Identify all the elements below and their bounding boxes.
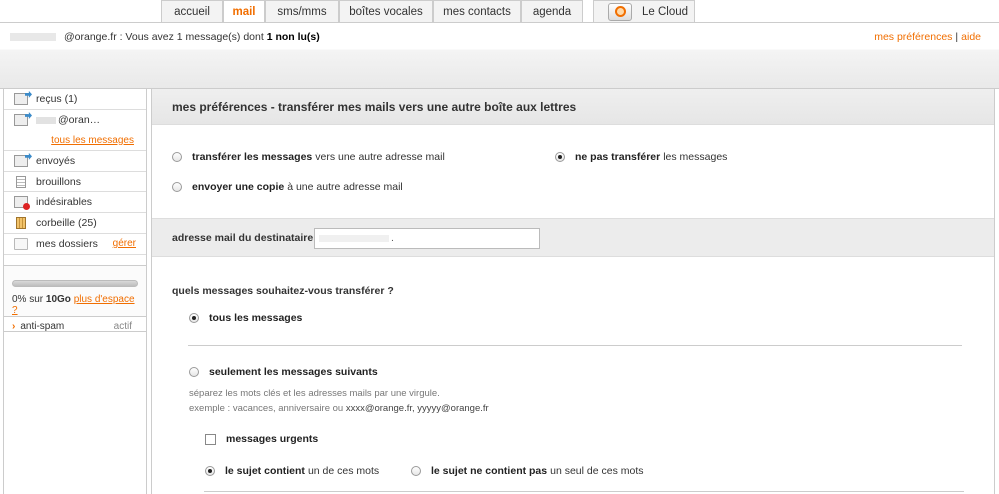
quota-bar xyxy=(12,279,138,287)
subject-contains-bold: le sujet contient xyxy=(225,465,305,477)
folder-account[interactable]: @oran… xyxy=(4,110,146,131)
folder-label: envoyés xyxy=(36,154,76,167)
help-link[interactable]: aide xyxy=(961,31,981,43)
quota-text: 0% sur 10Go plus d'espace ? xyxy=(12,294,138,316)
folder-drafts[interactable]: brouillons xyxy=(4,172,146,193)
option-no-transfer-bold: ne pas transférer xyxy=(575,151,661,163)
sidebar-empty-panel xyxy=(4,331,146,494)
page-title: mes préférences - transférer mes mails v… xyxy=(152,89,994,125)
spam-icon xyxy=(14,196,30,211)
example-prefix: exemple : vacances, anniversaire ou xyxy=(189,403,344,414)
option-all-messages[interactable]: tous les messages xyxy=(189,312,305,324)
option-urgent[interactable]: messages urgents xyxy=(205,433,321,445)
radio-some-messages[interactable] xyxy=(189,367,199,377)
folder-label: indésirables xyxy=(36,196,93,209)
inbox-icon xyxy=(14,114,28,127)
new-messages-notice: @orange.fr : Vous avez 1 message(s) dont… xyxy=(64,31,320,43)
folder-label: reçus (1) xyxy=(36,92,78,105)
option-subject-contains[interactable]: le sujet contient un de ces mots xyxy=(205,465,379,477)
divider xyxy=(188,345,962,346)
radio-copy[interactable] xyxy=(172,182,182,192)
keywords-hint: séparez les mots clés et les adresses ma… xyxy=(189,388,440,399)
folder-sent[interactable]: envoyés xyxy=(4,151,146,172)
folder-label: brouillons xyxy=(36,175,81,188)
keywords-example: exemple : vacances, anniversaire ou xxxx… xyxy=(189,403,489,414)
storage-quota: 0% sur 10Go plus d'espace ? xyxy=(4,264,146,317)
trash-icon xyxy=(16,216,26,229)
option-no-transfer-rest: les messages xyxy=(663,151,728,163)
option-some-messages[interactable]: seulement les messages suivants xyxy=(189,366,381,378)
radio-subject-not-contains[interactable] xyxy=(411,466,421,476)
subject-not-contains-rest: un seul de ces mots xyxy=(550,465,644,477)
which-messages-question: quels messages souhaitez-vous transférer… xyxy=(172,285,394,297)
blurred-username xyxy=(10,33,56,41)
tab-le-cloud-label: Le Cloud xyxy=(642,5,689,18)
checkbox-urgent[interactable] xyxy=(205,433,216,445)
header-links: mes préférences | aide xyxy=(874,31,981,43)
radio-subject-contains[interactable] xyxy=(205,466,215,476)
antispam-label: anti-spam xyxy=(20,320,65,332)
unread-count: 1 non lu(s) xyxy=(266,31,320,43)
option-copy-rest: à une autre adresse mail xyxy=(287,181,403,193)
all-messages-link[interactable]: tous les messages xyxy=(4,130,146,152)
mail-sidebar: reçus (1) @oran… tous les messages envoy… xyxy=(3,89,147,494)
message-count-text: @orange.fr : Vous avez 1 message(s) dont xyxy=(64,31,264,43)
recipient-email-input[interactable]: . xyxy=(314,228,540,249)
option-subject-not-contains[interactable]: le sujet ne contient pas un seul de ces … xyxy=(411,465,644,477)
folder-icon xyxy=(14,237,28,250)
folder-label: @oran… xyxy=(58,114,101,127)
example-addresses: xxxx@orange.fr, yyyyy@orange.fr xyxy=(345,403,489,414)
option-no-transfer[interactable]: ne pas transférer les messages xyxy=(555,151,727,163)
recipient-row: adresse mail du destinataire . xyxy=(152,218,994,257)
draft-icon xyxy=(16,175,26,188)
quota-capacity: 10Go xyxy=(45,293,71,305)
folder-my-folders[interactable]: mes dossiers gérer xyxy=(4,234,146,255)
tab-le-cloud[interactable]: Le Cloud xyxy=(593,0,695,22)
option-transfer[interactable]: transférer les messages vers une autre a… xyxy=(172,151,445,163)
recipient-email-value: . xyxy=(391,232,394,244)
option-copy[interactable]: envoyer une copie à une autre adresse ma… xyxy=(172,181,403,193)
radio-no-transfer[interactable] xyxy=(555,152,565,162)
option-transfer-bold: transférer les messages xyxy=(192,151,313,163)
option-some-messages-label: seulement les messages suivants xyxy=(209,366,378,378)
blurred-email xyxy=(319,235,389,242)
tab-mes-contacts[interactable]: mes contacts xyxy=(433,0,521,22)
radio-transfer[interactable] xyxy=(172,152,182,162)
link-separator: | xyxy=(955,31,959,43)
option-all-messages-label: tous les messages xyxy=(209,312,303,324)
option-transfer-rest: vers une autre adresse mail xyxy=(315,151,445,163)
folder-label: corbeille (25) xyxy=(36,216,97,229)
folder-label: mes dossiers xyxy=(36,237,98,250)
recipient-label: adresse mail du destinataire xyxy=(172,232,314,244)
subject-contains-rest: un de ces mots xyxy=(307,465,380,477)
tab-sms-mms[interactable]: sms/mms xyxy=(265,0,339,22)
antispam-status: actif xyxy=(113,320,132,332)
folder-trash[interactable]: corbeille (25) xyxy=(4,213,146,234)
radio-all-messages[interactable] xyxy=(189,313,199,323)
account-header: @orange.fr : Vous avez 1 message(s) dont… xyxy=(0,22,999,89)
sent-icon xyxy=(14,154,28,167)
tab-mail[interactable]: mail xyxy=(223,0,265,23)
preferences-panel: mes préférences - transférer mes mails v… xyxy=(151,89,995,494)
preferences-link[interactable]: mes préférences xyxy=(874,31,952,43)
tab-accueil[interactable]: accueil xyxy=(161,0,223,22)
blurred-account-name xyxy=(36,116,56,124)
divider xyxy=(204,491,964,492)
folder-spam[interactable]: indésirables xyxy=(4,192,146,214)
top-tab-bar: accueil mail sms/mms boîtes vocales mes … xyxy=(0,0,999,23)
chevron-right-icon: › xyxy=(12,320,16,332)
inbox-icon xyxy=(14,92,28,105)
manage-folders-link[interactable]: gérer xyxy=(113,238,136,249)
option-copy-bold: envoyer une copie xyxy=(192,181,285,193)
cloud-icon xyxy=(608,2,632,21)
tab-agenda[interactable]: agenda xyxy=(521,0,583,22)
folder-received[interactable]: reçus (1) xyxy=(4,89,146,110)
tab-boites-vocales[interactable]: boîtes vocales xyxy=(339,0,433,22)
option-urgent-label: messages urgents xyxy=(226,433,319,445)
subject-not-contains-bold: le sujet ne contient pas xyxy=(431,465,548,477)
quota-percent: 0% sur xyxy=(12,293,44,305)
